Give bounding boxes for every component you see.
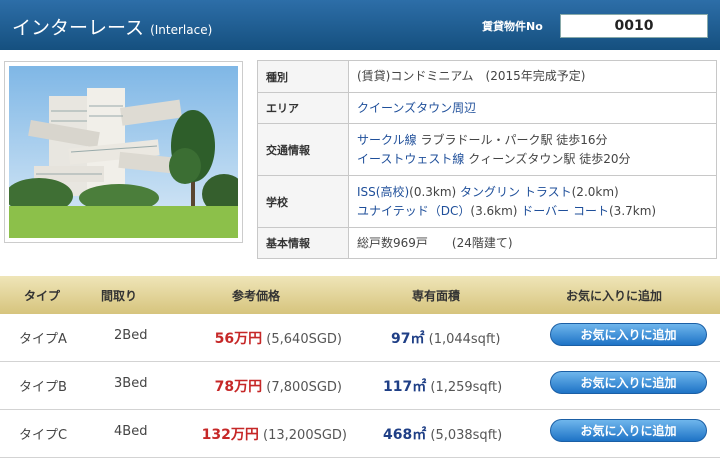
header-bar: インターレース (Interlace) 賃貸物件No 0010 (0, 0, 720, 50)
unit-area: 117㎡ (1,259sqft) (383, 376, 502, 396)
price-sgd: (13,200SGD) (263, 428, 347, 443)
add-favorite-button[interactable]: お気に入りに追加 (550, 323, 707, 346)
school-link-iss[interactable]: ISS(高校) (357, 185, 409, 199)
detail-label: 種別 (257, 60, 349, 93)
detail-label: 基本情報 (257, 227, 349, 259)
detail-row-transport: 交通情報 サークル線 ラブラドール・パーク駅 徒歩16分 イーストウェスト線 ク… (257, 123, 717, 176)
col-favorite: お気に入りに追加 (566, 289, 663, 303)
transport-detail: ラブラドール・パーク駅 徒歩16分 (416, 132, 608, 147)
property-name: インターレース (12, 17, 145, 39)
area-sqft: (5,038sqft) (430, 428, 503, 443)
unit-layout: 4Bed (114, 424, 148, 439)
detail-value: 総戸数969戸 (24階建て) (348, 227, 717, 259)
area-sqm: 468㎡ (383, 427, 427, 443)
col-price: 参考価格 (232, 289, 281, 303)
circle-line-link[interactable]: サークル線 (357, 133, 417, 147)
col-area: 専有面積 (412, 289, 461, 303)
area-sqft: (1,259sqft) (430, 380, 503, 395)
unit-table-header: タイプ 間取り 参考価格 専有面積 お気に入りに追加 (0, 276, 720, 314)
detail-row-school: 学校 ISS(高校)(0.3km) タングリン トラスト(2.0km) ユナイテ… (257, 175, 717, 228)
unit-type: タイプA (19, 332, 67, 347)
property-no-label: 賃貸物件No (482, 20, 543, 33)
unit-layout: 3Bed (114, 376, 148, 391)
unit-area: 468㎡ (5,038sqft) (383, 424, 502, 444)
unit-layout: 2Bed (114, 328, 148, 343)
add-favorite-button[interactable]: お気に入りに追加 (550, 371, 707, 394)
property-photo-frame (4, 61, 243, 243)
table-row: タイプB 3Bed 78万円 (7,800SGD) 117㎡ (1,259sqf… (0, 362, 720, 410)
price-sgd: (7,800SGD) (266, 380, 342, 395)
school-distance: (3.6km) (470, 203, 522, 218)
eastwest-line-link[interactable]: イーストウェスト線 (357, 152, 464, 166)
school-distance: (3.7km) (609, 203, 657, 218)
property-name-en: (Interlace) (150, 23, 213, 37)
unit-price: 78万円 (7,800SGD) (215, 376, 342, 396)
page-title: インターレース (Interlace) (12, 13, 212, 40)
area-link[interactable]: クイーンズタウン周辺 (357, 101, 476, 115)
property-photo (9, 66, 238, 238)
unit-type: タイプC (19, 428, 68, 443)
area-sqm: 117㎡ (383, 379, 427, 395)
detail-label: エリア (257, 92, 349, 124)
table-row: タイプA 2Bed 56万円 (5,640SGD) 97㎡ (1,044sqft… (0, 314, 720, 362)
detail-row-type: 種別 (賃貸)コンドミニアム (2015年完成予定) (257, 60, 717, 93)
property-details-table: 種別 (賃貸)コンドミニアム (2015年完成予定) エリア クイーンズタウン周… (257, 60, 717, 259)
property-no-value: 0010 (560, 14, 708, 38)
transport-detail: クィーンズタウン駅 徒歩20分 (464, 151, 631, 166)
add-favorite-button[interactable]: お気に入りに追加 (550, 419, 707, 442)
price-jpy: 56万円 (214, 331, 263, 347)
school-distance: (2.0km) (571, 184, 619, 199)
school-link-tanglin[interactable]: タングリン トラスト (460, 185, 572, 199)
price-jpy: 132万円 (201, 427, 259, 443)
col-layout: 間取り (101, 289, 138, 303)
school-link-united[interactable]: ユナイテッド（DC） (357, 204, 470, 218)
unit-price: 56万円 (5,640SGD) (215, 328, 342, 348)
area-sqm: 97㎡ (391, 331, 425, 347)
area-sqft: (1,044sqft) (428, 332, 501, 347)
col-type: タイプ (24, 289, 61, 303)
price-sgd: (5,640SGD) (266, 332, 342, 347)
detail-label: 交通情報 (257, 123, 349, 176)
detail-row-basic: 基本情報 総戸数969戸 (24階建て) (257, 227, 717, 259)
detail-label: 学校 (257, 175, 349, 228)
price-jpy: 78万円 (214, 379, 263, 395)
detail-row-area: エリア クイーンズタウン周辺 (257, 92, 717, 124)
detail-value: (賃貸)コンドミニアム (2015年完成予定) (348, 60, 717, 93)
unit-price: 132万円 (13,200SGD) (202, 424, 347, 444)
school-distance: (0.3km) (409, 184, 461, 199)
unit-area: 97㎡ (1,044sqft) (391, 328, 500, 348)
school-link-dover[interactable]: ドーバー コート (521, 204, 609, 218)
unit-type: タイプB (19, 380, 67, 395)
table-row: タイプC 4Bed 132万円 (13,200SGD) 468㎡ (5,038s… (0, 410, 720, 458)
